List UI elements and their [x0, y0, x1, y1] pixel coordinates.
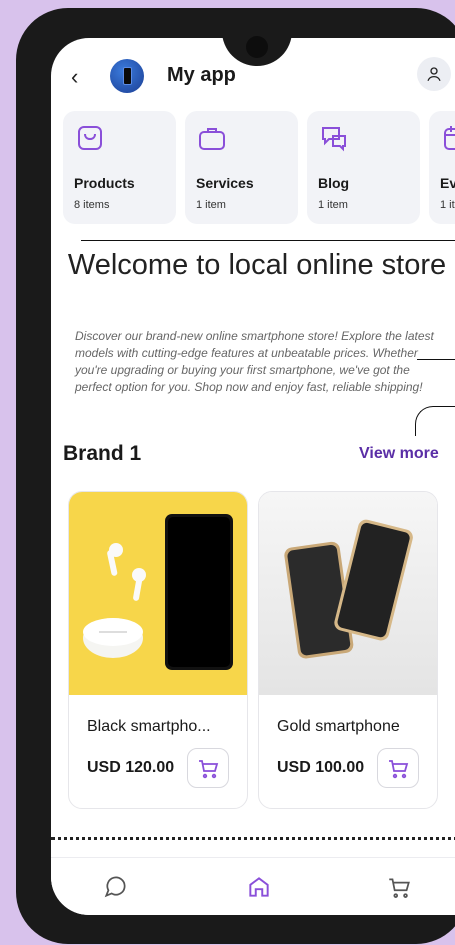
category-name: Products — [74, 175, 135, 191]
welcome-title: Welcome to local online store — [67, 249, 447, 281]
category-count: 8 items — [74, 199, 110, 211]
chat-icon — [322, 127, 346, 152]
chat-icon — [104, 876, 126, 898]
app-screen: ‹ My app Products 8 items Services 1 ite… — [51, 38, 455, 915]
product-price: USD 100.00 — [277, 759, 365, 776]
app-avatar — [110, 59, 144, 93]
category-card-services[interactable]: Services 1 item — [185, 111, 298, 224]
welcome-description: Discover our brand-new online smartphone… — [75, 329, 434, 394]
product-name: Black smartpho... — [87, 718, 211, 735]
category-name: Eve — [440, 175, 455, 191]
app-title: My app — [167, 64, 236, 86]
chevron-left-icon[interactable]: ‹ — [71, 64, 78, 90]
decorative-line — [81, 240, 421, 241]
section-divider — [51, 837, 455, 840]
cart-icon — [389, 878, 410, 898]
decorative-corner — [415, 406, 455, 436]
category-name: Services — [196, 175, 254, 191]
phone-frame: ‹ My app Products 8 items Services 1 ite… — [16, 8, 455, 944]
briefcase-icon — [199, 128, 225, 150]
product-card[interactable]: Gold smartphone USD 100.00 — [258, 491, 438, 809]
category-card-blog[interactable]: Blog 1 item — [307, 111, 420, 224]
category-name: Blog — [318, 175, 350, 191]
add-to-cart-button[interactable] — [377, 748, 419, 788]
category-card-products[interactable]: Products 8 items — [63, 111, 176, 224]
category-count: 1 ite — [440, 199, 455, 211]
profile-button[interactable] — [417, 57, 451, 91]
home-icon — [249, 877, 269, 897]
tab-cart[interactable] — [384, 872, 414, 902]
tab-chat[interactable] — [101, 872, 131, 902]
category-card-events[interactable]: Eve 1 ite — [429, 111, 455, 224]
calendar-icon — [444, 126, 455, 150]
user-icon — [427, 67, 441, 82]
product-image-gold-smartphone — [259, 492, 437, 695]
category-count: 1 item — [196, 199, 226, 211]
view-more-link[interactable]: View more — [359, 445, 439, 463]
cart-icon — [389, 760, 409, 779]
bag-icon — [78, 126, 102, 150]
product-image-black-smartphone — [69, 492, 247, 695]
product-card[interactable]: Black smartpho... USD 120.00 — [68, 491, 248, 809]
product-name: Gold smartphone — [277, 718, 400, 735]
front-camera — [246, 36, 268, 58]
cart-icon — [199, 760, 219, 779]
tab-home[interactable] — [244, 872, 274, 902]
product-price: USD 120.00 — [87, 759, 175, 776]
add-to-cart-button[interactable] — [187, 748, 229, 788]
category-list: Products 8 items Services 1 item Blog 1 … — [63, 111, 455, 224]
bottom-tab-bar — [51, 857, 455, 915]
category-count: 1 item — [318, 199, 348, 211]
section-title: Brand 1 — [63, 442, 142, 465]
